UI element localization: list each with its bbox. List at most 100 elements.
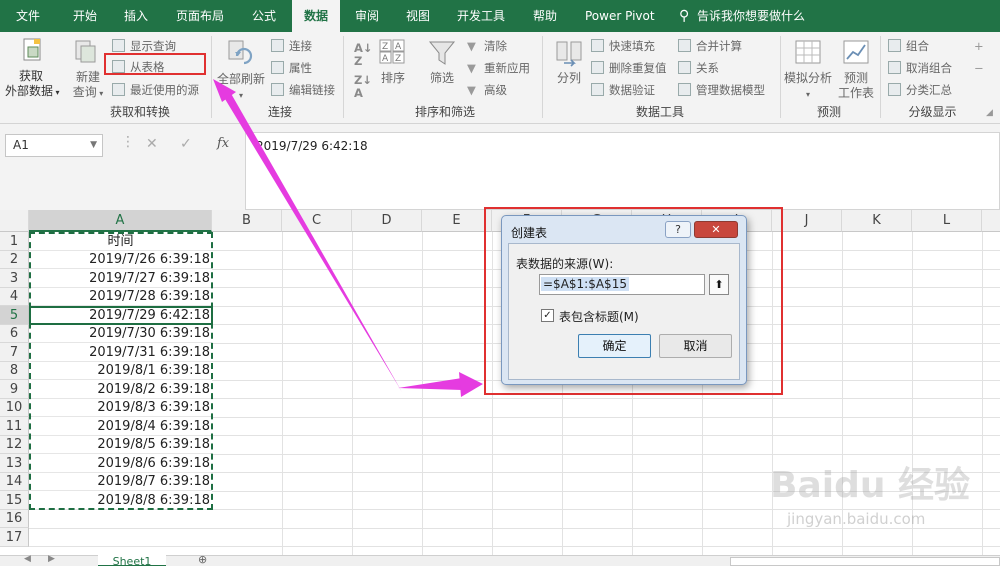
horizontal-scrollbar[interactable] xyxy=(730,557,1000,566)
ribbon-data: 获取 外部数据 ▾ 新建 查询 ▾ 显示查询 从表格 最近使用的源 获取和转换 … xyxy=(0,32,1000,124)
group-button[interactable]: 组合 xyxy=(906,39,929,53)
dialog-launcher-icon[interactable]: ◢ xyxy=(986,106,993,120)
row-header[interactable]: 2 xyxy=(0,251,29,269)
row-header[interactable]: 12 xyxy=(0,436,29,454)
forecast-sheet-button[interactable]: 预测 工作表 xyxy=(838,71,874,101)
has-headers-checkbox[interactable]: ✓ xyxy=(541,309,554,322)
connections-icon xyxy=(271,39,284,52)
reapply-button[interactable]: 重新应用 xyxy=(484,61,530,75)
sheet-tab[interactable]: Sheet1 xyxy=(98,555,166,566)
column-header[interactable]: A xyxy=(29,210,212,232)
sort-button[interactable]: 排序 xyxy=(376,71,410,86)
tab-home[interactable]: 开始 xyxy=(73,0,97,32)
what-if-analysis-icon xyxy=(795,40,821,64)
row-header[interactable]: 10 xyxy=(0,399,29,417)
recent-sources-button[interactable]: 最近使用的源 xyxy=(130,83,199,97)
collapse-dialog-icon[interactable]: ⬆ xyxy=(709,274,729,295)
tab-review[interactable]: 审阅 xyxy=(355,0,379,32)
tell-me-search[interactable]: 告诉我你想要做什么 xyxy=(697,0,805,32)
edit-links-button[interactable]: 编辑链接 xyxy=(289,83,335,97)
row-header[interactable]: 15 xyxy=(0,491,29,510)
row-header[interactable]: 11 xyxy=(0,417,29,436)
hide-detail-icon[interactable]: − xyxy=(974,61,984,75)
help-button[interactable]: ? xyxy=(665,221,691,238)
column-header[interactable]: L xyxy=(912,210,982,232)
row-header[interactable]: 17 xyxy=(0,528,29,547)
tab-file[interactable]: 文件 xyxy=(16,0,40,32)
row-header[interactable]: 4 xyxy=(0,288,29,306)
name-box-dropdown-icon[interactable]: ▼ xyxy=(90,135,97,156)
row-header[interactable]: 8 xyxy=(0,362,29,380)
tab-view[interactable]: 视图 xyxy=(406,0,430,32)
sort-desc-icon[interactable]: Z↓ A xyxy=(354,74,372,100)
column-header-partial xyxy=(982,210,1000,232)
data-validation-button[interactable]: 数据验证 xyxy=(609,83,655,97)
column-header[interactable]: E xyxy=(422,210,492,232)
row-header[interactable]: 13 xyxy=(0,454,29,473)
cancel-button[interactable]: 取消 xyxy=(659,334,732,358)
row-header[interactable]: 9 xyxy=(0,380,29,399)
cancel-entry-icon[interactable]: ✕ xyxy=(146,136,158,152)
properties-button[interactable]: 属性 xyxy=(289,61,312,75)
confirm-entry-icon[interactable]: ✓ xyxy=(180,136,192,152)
group-separator xyxy=(780,36,781,118)
formula-input[interactable]: 2019/7/29 6:42:18 xyxy=(245,132,1000,210)
refresh-all-icon xyxy=(228,40,253,65)
remove-duplicates-button[interactable]: 删除重复值 xyxy=(609,61,667,75)
tab-power-pivot[interactable]: Power Pivot xyxy=(585,0,655,32)
insert-function-icon[interactable]: fx xyxy=(217,136,229,151)
range-input[interactable]: =$A$1:$A$15 xyxy=(539,274,705,295)
what-if-analysis-button[interactable]: 模拟分析 ▾ xyxy=(783,71,833,102)
show-queries-button[interactable]: 显示查询 xyxy=(130,39,176,53)
consolidate-button[interactable]: 合并计算 xyxy=(696,39,742,53)
sheet-scroll-right-icon[interactable]: ▶ xyxy=(48,554,55,564)
filter-button[interactable]: 筛选 xyxy=(425,71,459,86)
column-header[interactable]: D xyxy=(352,210,422,232)
clear-button[interactable]: 清除 xyxy=(484,39,507,53)
column-header[interactable]: B xyxy=(212,210,282,232)
text-to-columns-button[interactable]: 分列 xyxy=(552,71,586,86)
ungroup-button[interactable]: 取消组合 xyxy=(906,61,952,75)
close-button[interactable]: ✕ xyxy=(694,221,738,238)
sort-asc-icon[interactable]: A↓ Z xyxy=(354,42,373,68)
tab-page-layout[interactable]: 页面布局 xyxy=(176,0,224,32)
connections-button[interactable]: 连接 xyxy=(289,39,312,53)
tab-help[interactable]: 帮助 xyxy=(533,0,557,32)
new-sheet-icon[interactable]: ⊕ xyxy=(198,553,207,566)
row-header[interactable]: 1 xyxy=(0,232,29,251)
column-header[interactable]: C xyxy=(282,210,352,232)
show-queries-icon xyxy=(112,39,125,52)
tab-formulas[interactable]: 公式 xyxy=(252,0,276,32)
ok-button[interactable]: 确定 xyxy=(578,334,651,358)
relationships-button[interactable]: 关系 xyxy=(696,61,719,75)
recent-sources-icon xyxy=(112,83,125,96)
row-header[interactable]: 16 xyxy=(0,510,29,528)
reapply-icon: ▼ xyxy=(467,61,476,75)
get-external-data-button[interactable]: 获取 外部数据 ▾ xyxy=(5,69,60,100)
tab-developer[interactable]: 开发工具 xyxy=(457,0,505,32)
create-table-dialog: 创建表 ? ✕ 表数据的来源(W): =$A$1:$A$15 ⬆ ✓ 表包含标题… xyxy=(501,215,747,385)
row-header[interactable]: 5 xyxy=(0,306,29,325)
refresh-all-button[interactable]: 全部刷新 ▾ xyxy=(214,72,268,103)
manage-data-model-button[interactable]: 管理数据模型 xyxy=(696,83,765,97)
filter-icon xyxy=(428,41,456,65)
select-all-corner[interactable] xyxy=(0,210,29,232)
column-header[interactable]: K xyxy=(842,210,912,232)
row-header[interactable]: 3 xyxy=(0,269,29,288)
tab-insert[interactable]: 插入 xyxy=(124,0,148,32)
row-header[interactable]: 6 xyxy=(0,325,29,343)
group-label-outline: 分级显示 xyxy=(908,105,957,119)
get-data-icon xyxy=(23,38,41,61)
advanced-button[interactable]: 高级 xyxy=(484,83,507,97)
name-box[interactable]: A1 ▼ xyxy=(5,134,103,157)
tab-data[interactable]: 数据 xyxy=(292,0,340,32)
new-query-label-1: 新建 xyxy=(75,70,100,84)
row-header[interactable]: 7 xyxy=(0,343,29,362)
row-header[interactable]: 14 xyxy=(0,473,29,491)
flash-fill-button[interactable]: 快速填充 xyxy=(609,39,655,53)
sheet-scroll-left-icon[interactable]: ◀ xyxy=(24,554,31,564)
subtotal-button[interactable]: 分类汇总 xyxy=(906,83,952,97)
svg-text:Z: Z xyxy=(382,42,388,52)
get-data-label-2: 外部数据 xyxy=(5,84,54,98)
show-detail-icon[interactable]: + xyxy=(974,39,984,53)
